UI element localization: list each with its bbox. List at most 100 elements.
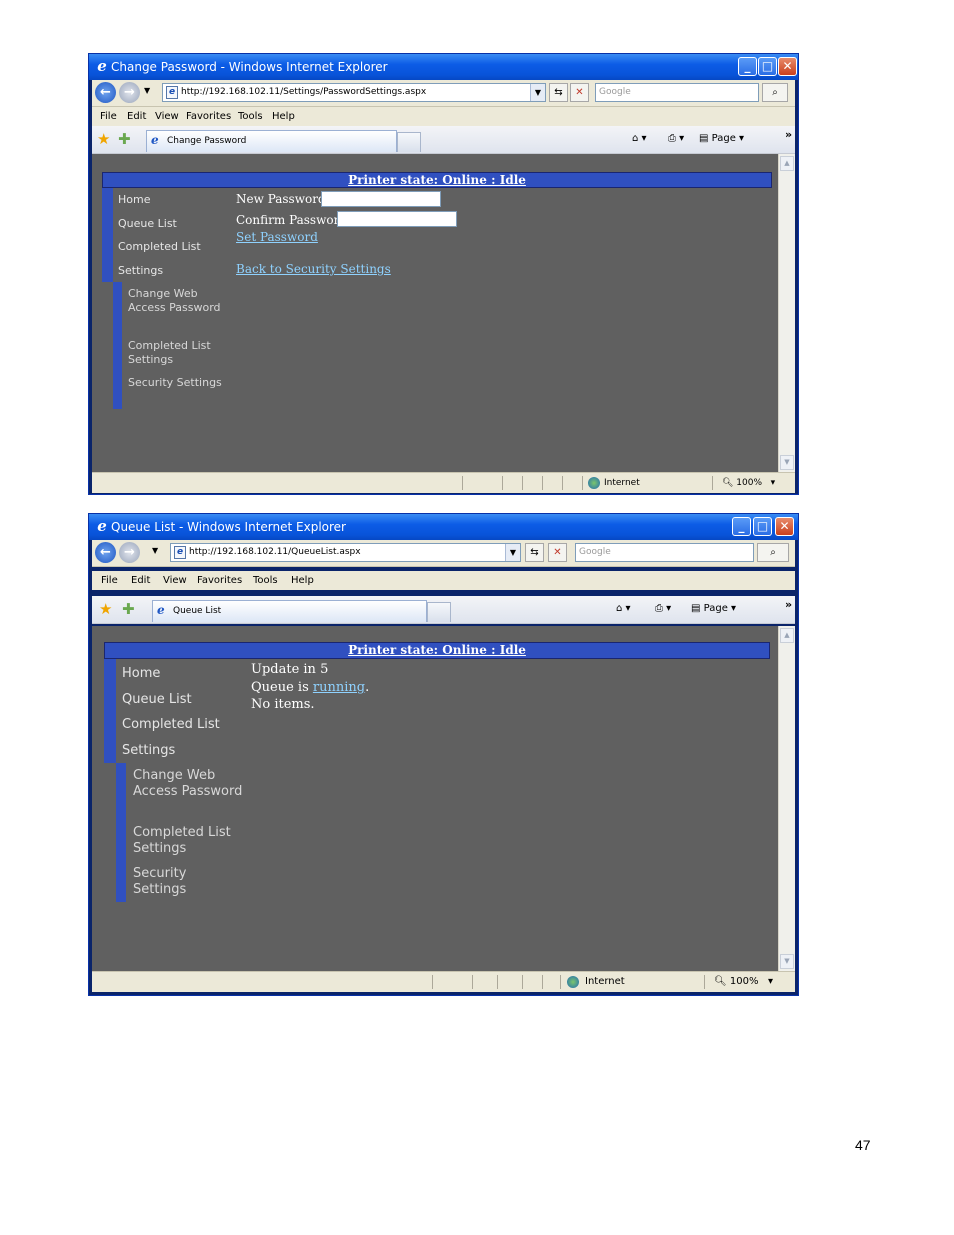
back-button[interactable]: ← <box>95 82 116 103</box>
tab-label: Change Password <box>167 136 247 146</box>
ie-window-queue-list: e Queue List - Windows Internet Explorer… <box>88 513 799 996</box>
minimize-button[interactable]: _ <box>738 57 757 76</box>
tab-label: Queue List <box>173 606 222 616</box>
chevron-right-icon[interactable]: » <box>785 598 792 611</box>
nav-change-web-access-password[interactable]: Change Web Access Password <box>133 768 243 801</box>
page-menu[interactable]: ▤ Page ▾ <box>691 601 736 617</box>
globe-icon <box>588 477 600 489</box>
back-to-security-settings-link[interactable]: Back to Security Settings <box>236 262 391 276</box>
new-tab-button[interactable] <box>427 602 451 622</box>
maximize-button[interactable]: □ <box>758 57 777 76</box>
confirm-password-input[interactable] <box>337 211 457 227</box>
back-button[interactable]: ← <box>95 542 116 563</box>
globe-icon <box>567 976 579 988</box>
menu-edit[interactable]: Edit <box>131 571 150 590</box>
nav-settings[interactable]: Settings <box>118 264 163 277</box>
nav-completed-list-settings[interactable]: Completed List Settings <box>133 825 243 858</box>
queue-status-prefix: Queue is <box>251 680 313 695</box>
address-bar[interactable]: e http://192.168.102.11/Settings/Passwor… <box>162 83 546 102</box>
vertical-scrollbar[interactable]: ▲ ▼ <box>778 154 795 472</box>
menu-favorites[interactable]: Favorites <box>186 107 231 126</box>
zoom-level[interactable]: 🔍︎ 100% ▾ <box>714 972 773 992</box>
home-icon[interactable]: ⌂ ▾ <box>632 131 647 147</box>
add-favorite-icon[interactable]: ✚ <box>118 130 131 148</box>
tab-change-password[interactable]: e Change Password <box>146 130 397 152</box>
search-icon[interactable]: ⌕ <box>762 83 788 102</box>
address-dropdown-icon[interactable]: ▼ <box>530 84 545 101</box>
history-dropdown-icon[interactable]: ▼ <box>144 86 150 95</box>
menu-file[interactable]: File <box>101 571 118 590</box>
address-url: http://192.168.102.11/QueueList.aspx <box>189 547 361 557</box>
chevron-right-icon[interactable]: » <box>785 128 792 141</box>
queue-status-line: Queue is running. <box>251 680 369 695</box>
printer-state-banner: Printer state: Online : Idle <box>102 172 772 188</box>
nav-queue-list[interactable]: Queue List <box>122 692 192 707</box>
nav-home[interactable]: Home <box>122 666 160 681</box>
new-password-label: New Password: <box>236 192 330 206</box>
ie-logo-icon: e <box>97 517 107 535</box>
menu-favorites[interactable]: Favorites <box>197 571 242 590</box>
address-toolbar: ← → ▼ e http://192.168.102.11/Settings/P… <box>92 80 795 107</box>
nav-completed-list-settings[interactable]: Completed List Settings <box>128 339 228 367</box>
nav-settings[interactable]: Settings <box>122 743 175 758</box>
favorites-star-icon[interactable]: ★ <box>97 130 110 148</box>
address-toolbar: ← → ▼ e http://192.168.102.11/QueueList.… <box>92 540 795 567</box>
title-bar[interactable]: e Change Password - Windows Internet Exp… <box>89 54 798 80</box>
nav-completed-list[interactable]: Completed List <box>118 240 201 253</box>
close-button[interactable]: ✕ <box>778 57 797 76</box>
close-button[interactable]: ✕ <box>775 517 794 536</box>
status-divider <box>497 975 498 989</box>
nav-security-settings[interactable]: Security Settings <box>133 866 243 899</box>
menu-help[interactable]: Help <box>291 571 314 590</box>
menu-edit[interactable]: Edit <box>127 107 146 126</box>
scroll-up-icon[interactable]: ▲ <box>780 156 794 171</box>
zoom-value: 100% <box>729 976 759 987</box>
refresh-button[interactable]: ⇆ <box>549 83 568 102</box>
history-dropdown-icon[interactable]: ▼ <box>152 546 158 555</box>
menu-tools[interactable]: Tools <box>238 107 263 126</box>
status-divider <box>502 476 503 490</box>
scroll-up-icon[interactable]: ▲ <box>780 628 794 643</box>
vertical-scrollbar[interactable]: ▲ ▼ <box>778 626 795 971</box>
nav-queue-list[interactable]: Queue List <box>118 217 177 230</box>
stop-button[interactable]: ✕ <box>548 543 567 562</box>
menu-bar: File Edit View Favorites Tools Help <box>92 571 795 590</box>
search-input[interactable]: Google <box>595 83 759 102</box>
title-bar[interactable]: e Queue List - Windows Internet Explorer… <box>89 514 798 540</box>
add-favorite-icon[interactable]: ✚ <box>122 600 135 618</box>
stop-button[interactable]: ✕ <box>570 83 589 102</box>
menu-view[interactable]: View <box>163 571 187 590</box>
nav-security-settings[interactable]: Security Settings <box>128 376 228 390</box>
home-icon[interactable]: ⌂ ▾ <box>616 601 631 617</box>
refresh-button[interactable]: ⇆ <box>525 543 544 562</box>
set-password-link[interactable]: Set Password <box>236 230 318 244</box>
page-content: Printer state: Online : Idle Home Queue … <box>92 626 795 971</box>
print-icon[interactable]: ⎙ ▾ <box>655 601 671 617</box>
new-password-input[interactable] <box>321 191 441 207</box>
forward-button[interactable]: → <box>119 542 140 563</box>
zoom-level[interactable]: 🔍︎ 100% ▾ <box>722 473 775 493</box>
new-tab-button[interactable] <box>397 132 421 152</box>
search-icon[interactable]: ⌕ <box>757 543 789 562</box>
address-bar[interactable]: e http://192.168.102.11/QueueList.aspx ▼ <box>170 543 521 562</box>
favorites-bar: ★ ✚ e Queue List ⌂ ▾ ⎙ ▾ ▤ Page ▾ » <box>92 596 795 624</box>
queue-running-link[interactable]: running <box>313 680 365 695</box>
nav-home[interactable]: Home <box>118 193 150 206</box>
maximize-button[interactable]: □ <box>753 517 772 536</box>
favorites-star-icon[interactable]: ★ <box>99 600 112 618</box>
tab-queue-list[interactable]: e Queue List <box>152 600 427 622</box>
menu-tools[interactable]: Tools <box>253 571 278 590</box>
print-icon[interactable]: ⎙ ▾ <box>668 131 684 147</box>
scroll-down-icon[interactable]: ▼ <box>780 455 794 470</box>
menu-help[interactable]: Help <box>272 107 295 126</box>
minimize-button[interactable]: _ <box>732 517 751 536</box>
nav-change-web-access-password[interactable]: Change Web Access Password <box>128 287 228 315</box>
forward-button[interactable]: → <box>119 82 140 103</box>
page-menu[interactable]: ▤ Page ▾ <box>699 131 744 147</box>
menu-file[interactable]: File <box>100 107 117 126</box>
address-dropdown-icon[interactable]: ▼ <box>505 544 520 561</box>
menu-view[interactable]: View <box>155 107 179 126</box>
search-input[interactable]: Google <box>575 543 754 562</box>
nav-completed-list[interactable]: Completed List <box>122 717 220 732</box>
scroll-down-icon[interactable]: ▼ <box>780 954 794 969</box>
